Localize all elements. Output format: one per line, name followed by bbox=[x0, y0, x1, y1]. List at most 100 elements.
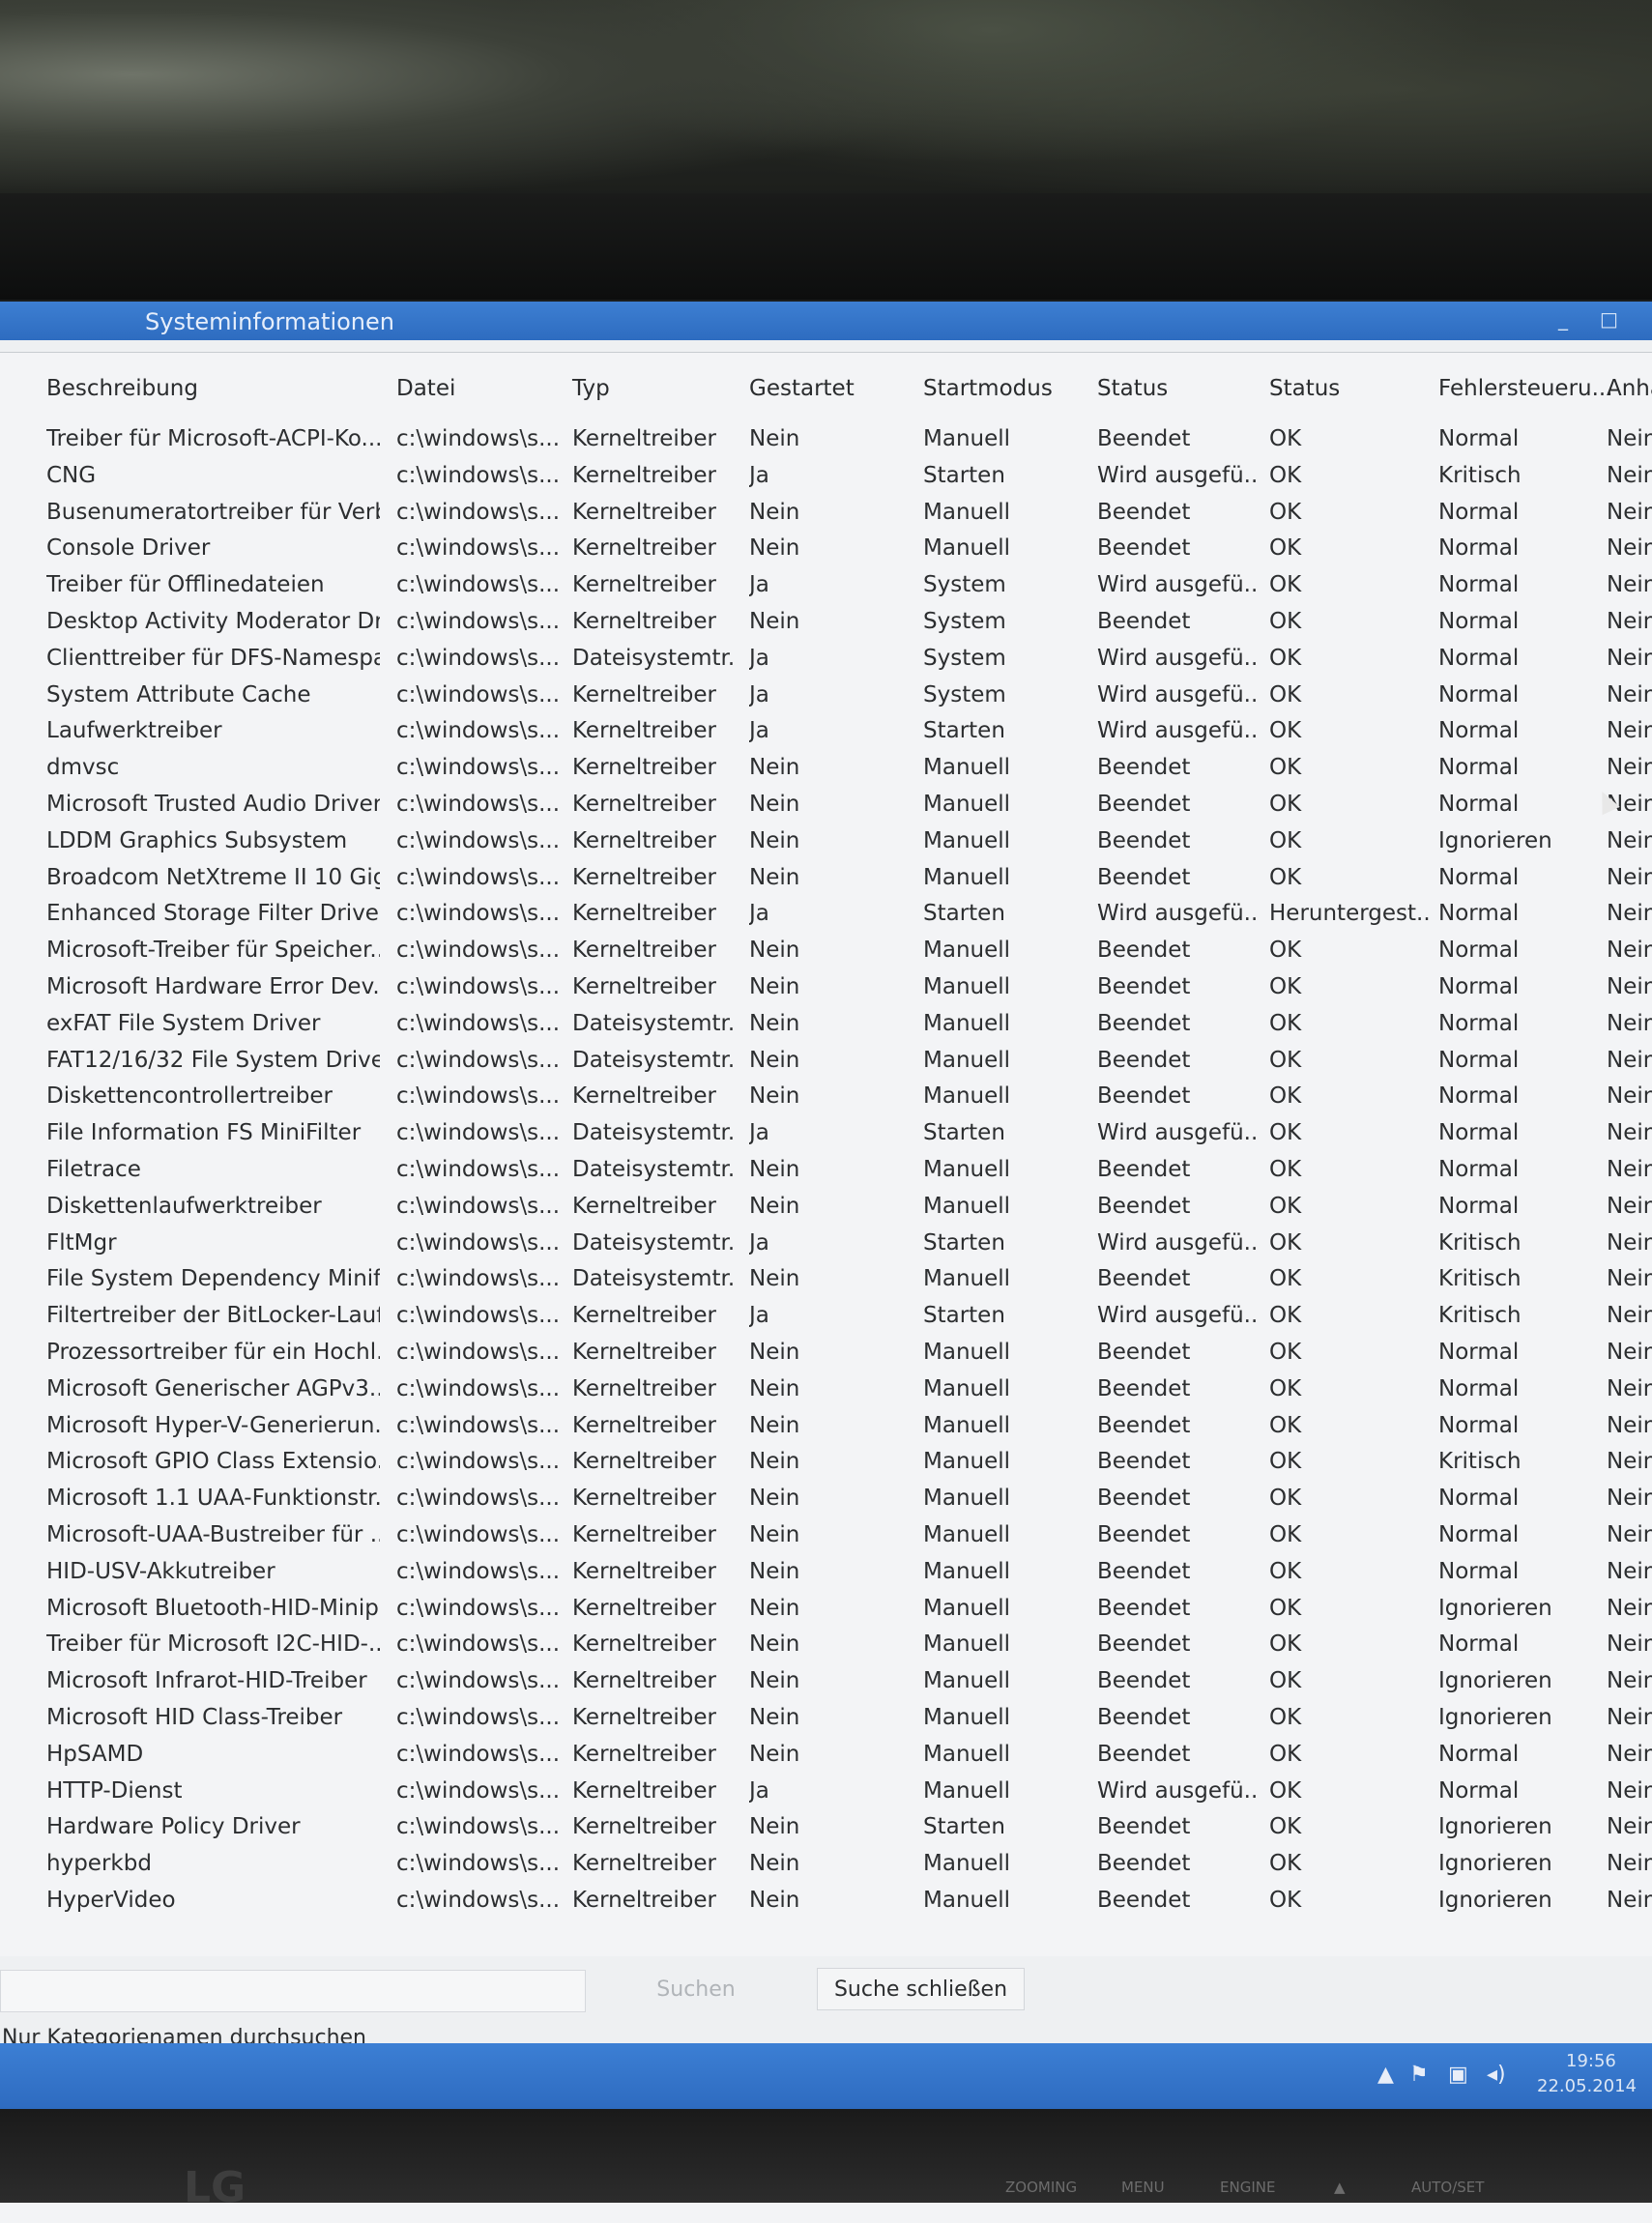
cell-file: c:\windows\s... bbox=[396, 1120, 561, 1146]
cell-status: Beendet bbox=[1097, 1083, 1191, 1110]
table-row[interactable]: Microsoft Trusted Audio Drivers c:\window… bbox=[0, 788, 1652, 824]
table-row[interactable]: HyperVideo c:\windows\s... Kerneltreiber Ne… bbox=[0, 1884, 1652, 1920]
table-row[interactable]: Treiber für Microsoft I2C-HID-... c:\wind… bbox=[0, 1628, 1652, 1664]
cell-status-code: OK bbox=[1269, 462, 1302, 488]
title-bar[interactable]: Systeminformationen _ □ bbox=[0, 302, 1652, 340]
search-button[interactable]: Suchen bbox=[619, 1968, 773, 2010]
cell-start-mode: Manuell bbox=[923, 1083, 1011, 1110]
column-header-status-code[interactable]: Status bbox=[1269, 376, 1340, 401]
cell-start-mode: Manuell bbox=[923, 1412, 1011, 1438]
close-search-button[interactable]: Suche schließen bbox=[817, 1968, 1025, 2010]
table-row[interactable]: Desktop Activity Moderator Dr... c:\windo… bbox=[0, 605, 1652, 642]
cell-status-code: OK bbox=[1269, 827, 1302, 853]
table-row[interactable]: Microsoft Bluetooth-HID-Minip... c:\windo… bbox=[0, 1592, 1652, 1629]
table-row[interactable]: File System Dependency Minifil... c:\wind… bbox=[0, 1262, 1652, 1299]
cell-status-code: OK bbox=[1269, 1851, 1302, 1877]
maximize-button[interactable]: □ bbox=[1600, 307, 1625, 332]
cell-type: Kerneltreiber bbox=[572, 1631, 716, 1658]
table-row[interactable]: Microsoft Hyper-V-Generierun... c:\window… bbox=[0, 1409, 1652, 1446]
table-row[interactable]: exFAT File System Driver c:\windows\s... D… bbox=[0, 1007, 1652, 1044]
table-row[interactable]: System Attribute Cache c:\windows\s... Ker… bbox=[0, 678, 1652, 715]
cell-error-control: Normal bbox=[1438, 792, 1520, 817]
column-header-error-control[interactable]: Fehlersteueru... bbox=[1438, 376, 1613, 401]
cell-status-code: OK bbox=[1269, 1047, 1302, 1073]
cell-attached: Nein bbox=[1607, 1375, 1652, 1401]
table-row[interactable]: Microsoft HID Class-Treiber c:\windows\s.… bbox=[0, 1701, 1652, 1738]
clock-date[interactable]: 22.05.2014 bbox=[1537, 2076, 1637, 2096]
table-row[interactable]: Busenumeratortreiber für Verb... c:\windo… bbox=[0, 496, 1652, 533]
cell-attached: Nein bbox=[1607, 1777, 1652, 1804]
table-row[interactable]: HpSAMD c:\windows\s... Kerneltreiber Nein Ma… bbox=[0, 1738, 1652, 1775]
cell-attached: Nein bbox=[1607, 1668, 1652, 1694]
cell-status-code: OK bbox=[1269, 1522, 1302, 1547]
column-header-file[interactable]: Datei bbox=[396, 376, 455, 401]
table-row[interactable]: Hardware Policy Driver c:\windows\s... Ker… bbox=[0, 1810, 1652, 1847]
table-row[interactable]: HID-USV-Akkutreiber c:\windows\s... Kernel… bbox=[0, 1555, 1652, 1592]
table-row[interactable]: Filetrace c:\windows\s... Dateisystemtr...… bbox=[0, 1153, 1652, 1190]
cell-file: c:\windows\s... bbox=[396, 1193, 561, 1219]
cell-description: Treiber für Microsoft I2C-HID-... bbox=[46, 1631, 380, 1658]
column-header-type[interactable]: Typ bbox=[572, 376, 610, 401]
cell-status-code: OK bbox=[1269, 1558, 1302, 1584]
table-row[interactable]: CNG c:\windows\s... Kerneltreiber Ja Starten… bbox=[0, 459, 1652, 496]
network-icon[interactable]: ▣ bbox=[1448, 2063, 1468, 2087]
cell-file: c:\windows\s... bbox=[396, 1668, 561, 1694]
column-header-description[interactable]: Beschreibung bbox=[46, 376, 198, 401]
search-input[interactable] bbox=[0, 1970, 586, 2012]
cell-start-mode: Manuell bbox=[923, 1340, 1011, 1365]
cell-status-code: OK bbox=[1269, 1157, 1302, 1182]
cell-status: Wird ausgefü... bbox=[1097, 1229, 1257, 1256]
column-header-status[interactable]: Status bbox=[1097, 376, 1168, 401]
show-hidden-icons-icon[interactable]: ▲ bbox=[1377, 2063, 1394, 2087]
table-row[interactable]: Clienttreiber für DFS-Namespa... c:\windo… bbox=[0, 642, 1652, 678]
cell-attached: Nein bbox=[1607, 1120, 1652, 1146]
table-row[interactable]: Microsoft Hardware Error Dev... c:\window… bbox=[0, 970, 1652, 1007]
table-row[interactable]: Prozessortreiber für ein Hochl... c:\wind… bbox=[0, 1336, 1652, 1372]
clock-time[interactable]: 19:56 bbox=[1566, 2051, 1616, 2071]
table-row[interactable]: Microsoft GPIO Class Extensio... c:\windo… bbox=[0, 1445, 1652, 1482]
table-row[interactable]: Broadcom NetXtreme II 10 Gig... c:\window… bbox=[0, 861, 1652, 898]
table-row[interactable]: Filtertreiber der BitLocker-Lauf... c:\wi… bbox=[0, 1299, 1652, 1336]
table-row[interactable]: Microsoft-Treiber für Speicher... c:\wind… bbox=[0, 934, 1652, 970]
cell-start-mode: Manuell bbox=[923, 1741, 1011, 1767]
cell-file: c:\windows\s... bbox=[396, 718, 561, 744]
cell-status-code: OK bbox=[1269, 1375, 1302, 1401]
cell-status: Beendet bbox=[1097, 1631, 1191, 1658]
table-row[interactable]: File Information FS MiniFilter c:\windows… bbox=[0, 1116, 1652, 1153]
cell-description: Busenumeratortreiber für Verb... bbox=[46, 499, 380, 525]
table-row[interactable]: FAT12/16/32 File System Driver c:\windows… bbox=[0, 1044, 1652, 1081]
cell-type: Dateisystemtr... bbox=[572, 1047, 737, 1073]
table-row[interactable]: LDDM Graphics Subsystem c:\windows\s... Ke… bbox=[0, 824, 1652, 861]
cell-type: Kerneltreiber bbox=[572, 755, 716, 781]
action-center-flag-icon[interactable]: ⚑ bbox=[1409, 2063, 1429, 2087]
table-row[interactable]: Microsoft-UAA-Bustreiber für ... c:\windo… bbox=[0, 1518, 1652, 1555]
column-header-start-mode[interactable]: Startmodus bbox=[923, 376, 1053, 401]
table-row[interactable]: Diskettenlaufwerktreiber c:\windows\s... K… bbox=[0, 1190, 1652, 1227]
table-row[interactable]: Diskettencontrollertreiber c:\windows\s..… bbox=[0, 1080, 1652, 1116]
table-row[interactable]: Microsoft 1.1 UAA-Funktionstr... c:\windo… bbox=[0, 1482, 1652, 1518]
volume-icon[interactable]: ◂) bbox=[1487, 2063, 1506, 2087]
cell-file: c:\windows\s... bbox=[396, 1814, 561, 1840]
table-row[interactable]: Microsoft Infrarot-HID-Treiber c:\windows… bbox=[0, 1664, 1652, 1701]
table-row[interactable]: FltMgr c:\windows\s... Dateisystemtr... Ja S… bbox=[0, 1227, 1652, 1263]
cell-description: Enhanced Storage Filter Driver bbox=[46, 901, 380, 927]
cell-description: Diskettencontrollertreiber bbox=[46, 1083, 333, 1110]
column-header-started[interactable]: Gestartet bbox=[749, 376, 855, 401]
table-row[interactable]: HTTP-Dienst c:\windows\s... Kerneltreiber J… bbox=[0, 1775, 1652, 1811]
cell-status: Wird ausgefü... bbox=[1097, 1777, 1257, 1804]
table-row[interactable]: Treiber für Offlinedateien c:\windows\s..… bbox=[0, 568, 1652, 605]
table-row[interactable]: Console Driver c:\windows\s... Kerneltreib… bbox=[0, 532, 1652, 568]
table-row[interactable]: Laufwerktreiber c:\windows\s... Kerneltrei… bbox=[0, 714, 1652, 751]
table-row[interactable]: Treiber für Microsoft-ACPI-Ko... c:\windo… bbox=[0, 422, 1652, 459]
cell-status-code: OK bbox=[1269, 645, 1302, 671]
table-row[interactable]: Microsoft Generischer AGPv3.... c:\window… bbox=[0, 1372, 1652, 1409]
cell-status-code: OK bbox=[1269, 1120, 1302, 1146]
cell-error-control: Normal bbox=[1438, 1157, 1520, 1182]
column-header-attached[interactable]: Anha bbox=[1607, 376, 1652, 401]
cell-status-code: OK bbox=[1269, 1631, 1302, 1658]
minimize-button[interactable]: _ bbox=[1558, 307, 1583, 332]
cell-start-mode: System bbox=[923, 609, 1006, 634]
table-row[interactable]: dmvsc c:\windows\s... Kerneltreiber Nein Man… bbox=[0, 751, 1652, 788]
table-row[interactable]: Enhanced Storage Filter Driver c:\windows… bbox=[0, 897, 1652, 934]
table-row[interactable]: hyperkbd c:\windows\s... Kerneltreiber Nein… bbox=[0, 1847, 1652, 1884]
